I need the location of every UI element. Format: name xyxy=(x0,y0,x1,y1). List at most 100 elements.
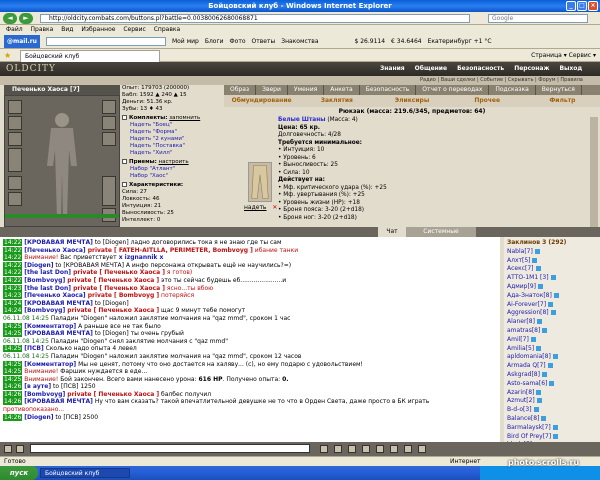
gloves-slot[interactable] xyxy=(102,116,116,130)
info-icon[interactable] xyxy=(536,398,542,404)
chat-nick[interactable]: [Bombvoyg] xyxy=(24,277,65,284)
online-user-name[interactable]: Bird Of Prey[7] xyxy=(507,433,551,440)
chat-nick[interactable]: [КРОВАВАЯ МЕЧТА] xyxy=(24,300,93,307)
chat-nick[interactable]: [КРОВАВАЯ МЕЧТА] xyxy=(24,398,93,405)
minimize-button[interactable]: _ xyxy=(566,1,576,11)
chat-time[interactable]: 14:23 xyxy=(3,284,23,292)
link-foto[interactable]: Фото xyxy=(230,35,246,48)
chat-nick[interactable]: [КРОВАВАЯ МЕЧТА] xyxy=(24,330,93,337)
chat-time[interactable]: 14:25 xyxy=(3,375,23,383)
nabor-item[interactable]: Набор "Хаос" xyxy=(122,173,222,180)
online-user-name[interactable]: B-d-o[3] xyxy=(507,406,532,413)
chat-nick[interactable]: [ПСВ] xyxy=(24,345,43,352)
tab-umeniya[interactable]: Умения xyxy=(288,85,325,95)
chat-time[interactable]: 14:25 xyxy=(3,322,23,330)
start-button[interactable]: пуск xyxy=(0,466,38,480)
chat-menu-icon[interactable] xyxy=(4,445,12,453)
info-icon[interactable] xyxy=(530,336,536,342)
nav-bezopasnost[interactable]: Безопасность xyxy=(457,65,504,72)
send-button[interactable] xyxy=(320,445,328,453)
info-icon[interactable] xyxy=(552,424,558,430)
clear-button[interactable] xyxy=(334,445,342,453)
pants-slot[interactable] xyxy=(102,176,116,206)
nastroit-link[interactable]: настроить xyxy=(159,159,189,165)
tab-anketa[interactable]: Анкета xyxy=(324,85,360,95)
cat-filtr[interactable]: Фильтр xyxy=(525,95,600,107)
chat-nick[interactable]: [Diogen] xyxy=(24,262,53,269)
online-user-name[interactable]: Aggression[8] xyxy=(507,309,549,316)
online-user[interactable]: Azmut[2] xyxy=(507,397,597,406)
info-icon[interactable] xyxy=(536,319,542,325)
tab-chat[interactable]: Чат xyxy=(378,227,406,237)
online-user-name[interactable]: Amil[7] xyxy=(507,336,529,343)
tab-vernutsya[interactable]: Вернуться xyxy=(536,85,582,95)
chat-nick[interactable]: [the last Don] xyxy=(24,285,71,292)
favorites-star-icon[interactable]: ★ xyxy=(4,51,11,60)
chat-time[interactable]: 14:23 xyxy=(3,292,23,300)
earring-slot[interactable] xyxy=(102,100,116,114)
taskbar-item[interactable]: Бойцовский клуб xyxy=(40,468,130,478)
online-user-name[interactable]: Asto-sama[6] xyxy=(507,380,547,387)
info-icon[interactable] xyxy=(549,380,555,386)
nav-personazh[interactable]: Персонаж xyxy=(514,65,549,72)
chat-input[interactable] xyxy=(30,444,310,453)
chat-time[interactable]: 14:26 xyxy=(3,413,23,421)
online-user-name[interactable]: apldomania[8] xyxy=(507,353,551,360)
armor-slot[interactable] xyxy=(8,148,22,172)
online-user-name[interactable]: Алхт[5] xyxy=(507,257,530,264)
online-user-name[interactable]: Armada Q[7] xyxy=(507,362,546,369)
belt-slot[interactable] xyxy=(8,176,22,190)
search-input[interactable]: Google xyxy=(488,14,588,23)
tab-zveri[interactable]: Звери xyxy=(256,85,288,95)
online-user[interactable]: Asto-sama[6] xyxy=(507,380,597,389)
chat-time[interactable]: 14:26 xyxy=(3,383,23,391)
forward-button[interactable]: ► xyxy=(19,13,33,24)
command-bar[interactable]: Страница ▾ Сервис ▾ xyxy=(531,51,596,61)
maximize-button[interactable]: □ xyxy=(577,1,587,11)
chat-time[interactable]: 14:26 xyxy=(3,398,23,406)
chat-time[interactable]: 14:25 xyxy=(3,330,23,338)
online-user[interactable]: Azarin[8] xyxy=(507,389,597,398)
online-user-name[interactable]: Nabla[7] xyxy=(507,248,533,255)
chat-nick[interactable]: [Bombvoyg] xyxy=(24,391,65,398)
cat-zaklyatiya[interactable]: Заклятия xyxy=(299,95,374,107)
chat-time[interactable]: 14:22 xyxy=(3,269,23,277)
back-button[interactable]: ◄ xyxy=(3,13,17,24)
chat-time[interactable]: 14:25 xyxy=(3,360,23,368)
online-user[interactable]: Alaner[8] xyxy=(507,318,597,327)
komplekt-item[interactable]: Надеть "Форма" xyxy=(122,129,222,136)
item-name[interactable]: Белые Штаны xyxy=(278,117,325,123)
chat-time[interactable]: 14:22 xyxy=(3,254,23,262)
online-user[interactable]: Aggression[8] xyxy=(507,309,597,318)
subnav-links[interactable]: Радио | Ваши сделки | Событие | Скрывать… xyxy=(420,77,583,83)
chat-private[interactable]: private [ Печенько Хаоса ] xyxy=(65,307,159,314)
info-icon[interactable] xyxy=(535,266,541,272)
chat-nick[interactable]: x izgnannik x xyxy=(117,254,164,261)
info-icon[interactable] xyxy=(541,415,547,421)
online-user[interactable]: Amilia[5] xyxy=(507,345,597,354)
chat-nick[interactable]: [Печенько Хаоса] xyxy=(24,292,85,299)
menu-view[interactable]: Вид xyxy=(61,26,73,33)
tab-obraz[interactable]: Образ xyxy=(224,85,257,95)
online-user-name[interactable]: Azarin[8] xyxy=(507,389,534,396)
chat-time[interactable]: 06.11.08 14:25 xyxy=(3,315,49,322)
online-user[interactable]: Barmalaysk[7] xyxy=(507,424,597,433)
chat-private[interactable]: private [ FATEH-AITLLA, PERIMETER, Bombv… xyxy=(86,247,253,254)
chat-time[interactable]: 06.11.08 14:25 xyxy=(3,353,49,360)
chat-nick[interactable]: [Bombvoyg] xyxy=(24,307,65,314)
chat-time[interactable]: 14:25 xyxy=(3,368,23,376)
online-user-name[interactable]: amatras[8] xyxy=(507,327,540,334)
chat-nick[interactable]: [в ауте] xyxy=(24,383,51,390)
online-user[interactable]: Адмир[9] xyxy=(507,283,597,292)
online-user[interactable]: Armada Q[7] xyxy=(507,362,597,371)
character-name[interactable]: Печенько Хаоса [7] xyxy=(4,85,120,95)
online-user[interactable]: АТТО-1М1 [3] xyxy=(507,274,597,283)
tab-bezopasnost[interactable]: Безопасность xyxy=(360,85,417,95)
online-user-name[interactable]: Amilia[5] xyxy=(507,345,534,352)
delete-item-icon[interactable]: ✕ xyxy=(272,204,277,211)
info-icon[interactable] xyxy=(538,283,543,289)
link-moy-mir[interactable]: Мой мир xyxy=(172,35,199,48)
chat-nick[interactable]: [Diogen] xyxy=(24,414,53,421)
info-icon[interactable] xyxy=(533,407,539,413)
mailru-logo[interactable]: @mail.ru xyxy=(4,35,40,48)
